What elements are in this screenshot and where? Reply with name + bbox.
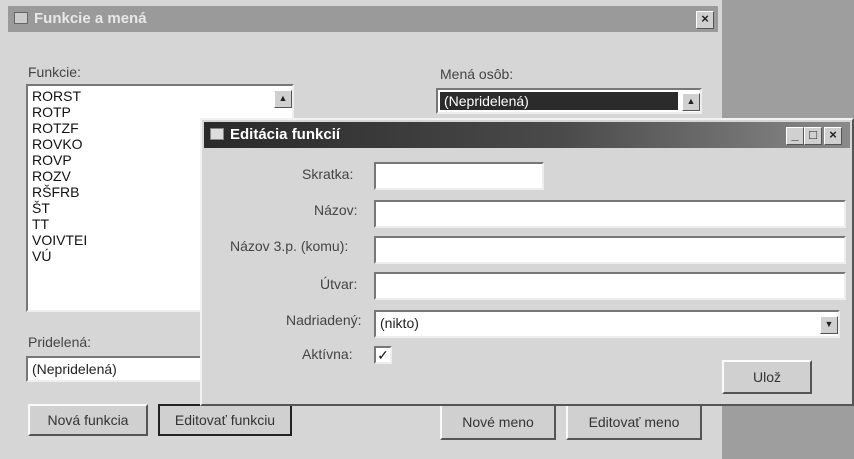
new-name-label: Nové meno [462, 414, 534, 430]
edit-function-button[interactable]: Editovať funkciu [158, 404, 292, 436]
app-icon [14, 12, 28, 24]
close-icon[interactable]: × [696, 11, 714, 29]
unit-field[interactable] [374, 272, 846, 300]
superior-value: (nikto) [380, 315, 419, 331]
list-item[interactable]: RORST [32, 88, 288, 104]
new-name-button[interactable]: Nové meno [440, 404, 556, 440]
assigned-label: Pridelená: [28, 334, 92, 350]
name3p-field[interactable] [374, 236, 846, 264]
superior-select[interactable]: (nikto) ▼ [374, 310, 840, 338]
names-selected-item[interactable]: (Nepridelená) [440, 92, 678, 110]
edit-name-label: Editovať meno [588, 414, 680, 430]
names-list[interactable]: (Nepridelená) ▲ [436, 88, 702, 114]
scroll-up-icon[interactable]: ▲ [274, 90, 292, 108]
unit-label: Útvar: [320, 276, 358, 292]
abbrev-field[interactable] [374, 162, 544, 190]
new-function-button[interactable]: Nová funkcia [28, 404, 148, 436]
dialog-close-icon[interactable]: × [824, 127, 842, 145]
assigned-value: (Nepridelená) [32, 361, 117, 377]
names-selected-text: (Nepridelená) [444, 93, 529, 109]
active-label: Aktívna: [302, 346, 353, 362]
abbrev-label: Skratka: [302, 166, 354, 182]
dialog-app-icon [210, 128, 224, 140]
edit-name-button[interactable]: Editovať meno [566, 404, 702, 440]
active-checkbox[interactable]: ✓ [374, 346, 392, 364]
name3p-label: Názov 3.p. (komu): [230, 238, 349, 254]
name-label: Názov: [314, 202, 358, 218]
functions-label: Funkcie: [28, 64, 81, 80]
maximize-icon[interactable]: □ [804, 127, 822, 145]
save-label: Ulož [752, 369, 781, 385]
superior-label: Nadriadený: [286, 312, 362, 328]
save-button[interactable]: Ulož [722, 360, 812, 394]
edit-dialog-titlebar[interactable]: Editácia funkcií _ □ × [204, 122, 850, 148]
chevron-down-icon[interactable]: ▼ [820, 316, 838, 334]
name-field[interactable] [374, 200, 846, 228]
check-icon: ✓ [377, 347, 389, 363]
functions-window-title: Funkcie a mená [34, 10, 147, 27]
edit-functions-dialog: Editácia funkcií _ □ × Skratka: Názov: N… [200, 118, 854, 406]
new-function-label: Nová funkcia [47, 412, 129, 428]
functions-window-titlebar[interactable]: Funkcie a mená × [8, 6, 718, 32]
minimize-icon[interactable]: _ [786, 127, 804, 145]
edit-function-label: Editovať funkciu [174, 412, 276, 428]
names-scroll-up-icon[interactable]: ▲ [682, 93, 700, 111]
assigned-combo[interactable]: (Nepridelená) [26, 356, 206, 382]
names-label: Mená osôb: [440, 66, 514, 82]
edit-dialog-title: Editácia funkcií [230, 126, 341, 143]
